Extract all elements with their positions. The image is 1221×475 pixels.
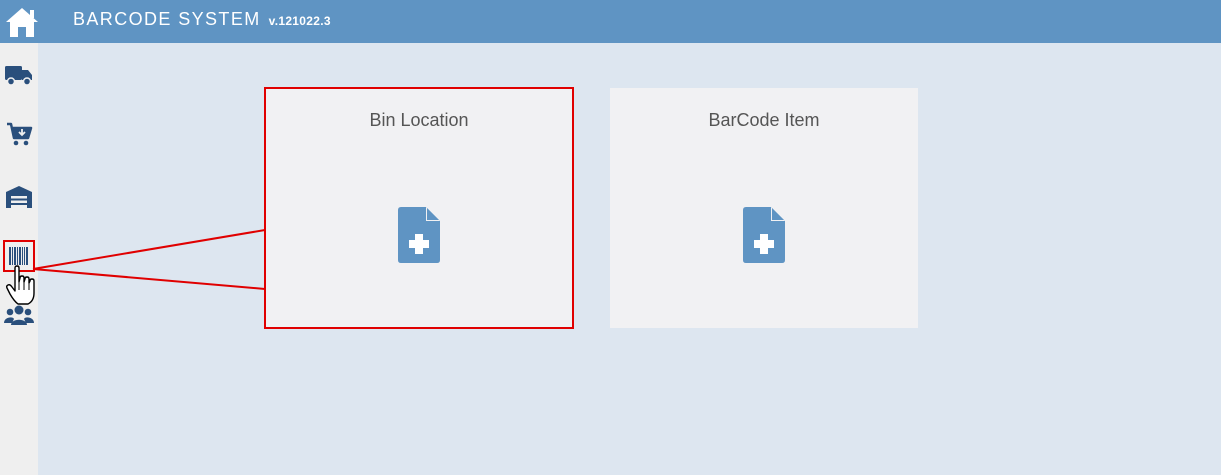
barcode-item-card[interactable]: BarCode Item [610,88,918,328]
sidebar-item-receiving[interactable] [4,119,34,149]
card-title: BarCode Item [708,110,820,130]
warehouse-icon [6,186,32,208]
sidebar-item-shipping[interactable] [4,60,34,90]
card-title: Bin Location [369,110,469,130]
sidebar-item-warehouse[interactable] [4,182,34,212]
file-plus-icon [398,207,440,263]
home-icon[interactable] [4,4,40,40]
app-window: BARCODE SYSTEM v.121022.3 Bin Location B… [0,0,1221,475]
app-name: BARCODE SYSTEM [73,9,261,29]
file-plus-icon [743,207,785,263]
cart-download-icon [7,122,33,146]
bin-location-card[interactable]: Bin Location [264,87,574,329]
app-version: v.121022.3 [268,14,331,28]
main-content: Bin Location BarCode Item [38,43,1221,475]
top-header-bar: BARCODE SYSTEM v.121022.3 [0,0,1221,43]
app-title: BARCODE SYSTEM v.121022.3 [73,9,331,30]
sidebar [0,43,38,475]
hand-pointer-cursor-icon [5,265,35,305]
truck-icon [5,66,32,86]
barcode-icon [9,247,28,265]
